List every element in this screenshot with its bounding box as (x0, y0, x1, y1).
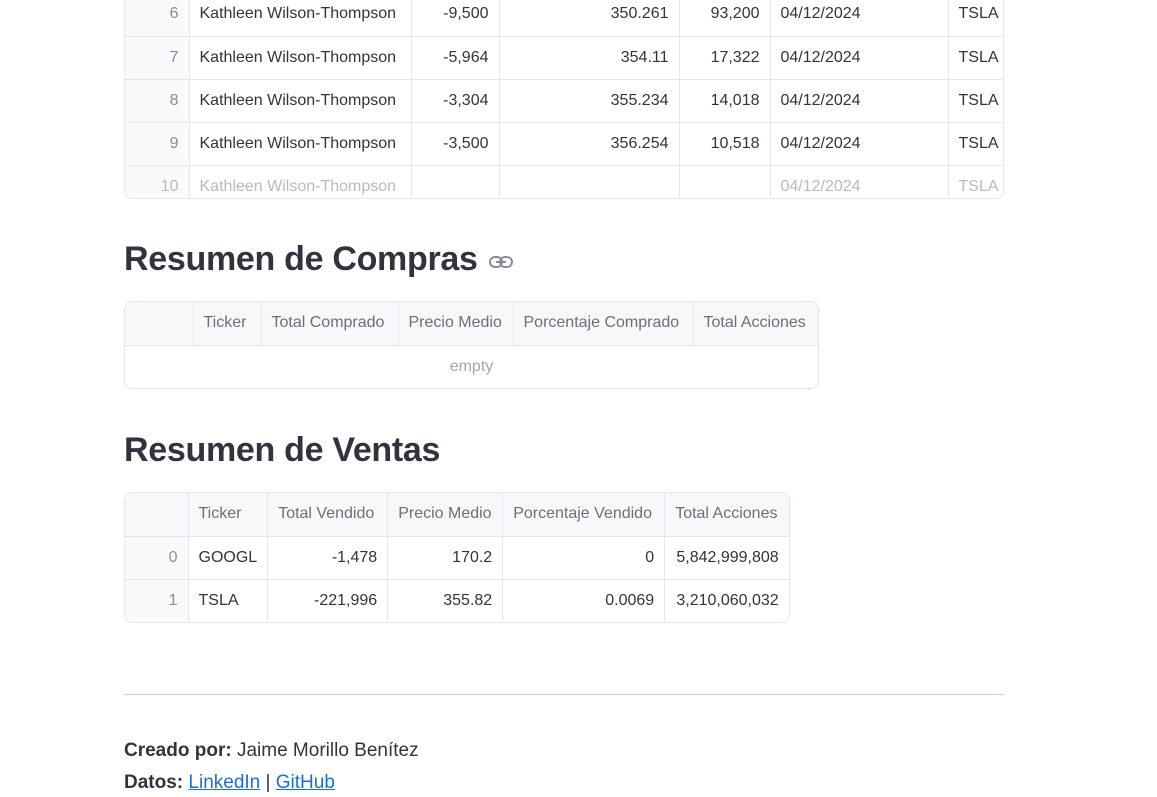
shares-cell: -3,304 (411, 79, 500, 123)
remaining-cell (679, 165, 771, 198)
row-index: 7 (125, 36, 190, 80)
column-header-index[interactable] (125, 302, 194, 346)
link-separator: | (265, 772, 271, 793)
linkedin-link[interactable]: LinkedIn (188, 772, 260, 793)
transactions-table[interactable]: 6 Kathleen Wilson-Thompson -9,500 350.26… (124, 0, 1004, 199)
row-index: 0 (125, 536, 189, 580)
transactions-grid: 6 Kathleen Wilson-Thompson -9,500 350.26… (125, 0, 1003, 198)
header-row: Ticker Total Vendido Precio Medio Porcen… (125, 493, 789, 537)
porcentaje-vendido-cell: 0 (502, 536, 666, 580)
row-index: 10 (125, 165, 190, 198)
shares-cell: -3,500 (411, 122, 500, 166)
total-acciones-cell: 5,842,999,808 (664, 536, 789, 580)
table-row[interactable]: 7 Kathleen Wilson-Thompson -5,964 354.11… (125, 36, 1003, 80)
ticker-cell: TSLA (188, 579, 269, 622)
column-header-ticker[interactable]: Ticker (193, 302, 262, 346)
porcentaje-vendido-cell: 0.0069 (502, 579, 666, 622)
ventas-table[interactable]: Ticker Total Vendido Precio Medio Porcen… (124, 492, 790, 623)
date-cell: 04/12/2024 (770, 165, 949, 198)
empty-message: empty (125, 345, 818, 388)
column-header-ticker[interactable]: Ticker (188, 493, 269, 537)
row-index: 1 (125, 579, 189, 622)
date-cell: 04/12/2024 (770, 0, 949, 37)
remaining-cell: 14,018 (679, 79, 771, 123)
remaining-cell: 10,518 (679, 122, 771, 166)
insider-name-cell: Kathleen Wilson-Thompson (189, 36, 412, 80)
shares-cell: -9,500 (411, 0, 500, 37)
compras-title: Resumen de Compras (124, 240, 478, 278)
insider-name-cell: Kathleen Wilson-Thompson (189, 0, 412, 37)
data-sources-label: Datos: (124, 772, 184, 793)
remaining-cell: 17,322 (679, 36, 771, 80)
empty-row: empty (125, 345, 818, 388)
created-by-label: Creado por: (124, 740, 232, 761)
link-icon[interactable] (488, 240, 514, 279)
remaining-cell: 93,200 (679, 0, 771, 37)
github-link[interactable]: GitHub (276, 772, 335, 793)
total-acciones-cell: 3,210,060,032 (676, 591, 779, 609)
row-index: 9 (125, 122, 190, 166)
ticker-cell: GOOGL (188, 536, 269, 580)
page: 6 Kathleen Wilson-Thompson -9,500 350.26… (0, 0, 1157, 797)
insider-name-cell: Kathleen Wilson-Thompson (189, 79, 412, 123)
table-row[interactable]: 0 GOOGL -1,478 170.2 0 5,842,999,808 (125, 536, 789, 580)
ticker-cell: TSLA (948, 36, 1003, 80)
column-header-total-acciones[interactable]: Total Acciones (693, 302, 818, 346)
price-cell: 355.234 (499, 79, 680, 123)
price-cell: 356.254 (499, 122, 680, 166)
row-index: 6 (125, 0, 190, 37)
price-cell: 350.261 (499, 0, 680, 37)
insider-name-cell: Kathleen Wilson-Thompson (189, 122, 412, 166)
date-cell: 04/12/2024 (770, 122, 949, 166)
total-vendido-cell: -1,478 (267, 536, 389, 580)
table-row[interactable]: 1 TSLA -221,996 355.82 0.0069 3,210,060,… (125, 579, 789, 622)
total-vendido-cell: -221,996 (267, 579, 389, 622)
compras-grid: Ticker Total Comprado Precio Medio Porce… (125, 302, 818, 388)
created-by-value: Jaime Morillo Benítez (236, 740, 419, 761)
ticker-cell: TSLA (948, 122, 1003, 166)
date-cell: 04/12/2024 (770, 79, 949, 123)
row-index: 8 (125, 79, 190, 123)
ventas-heading: Resumen de Ventas (124, 431, 441, 469)
table-row[interactable]: 8 Kathleen Wilson-Thompson -3,304 355.23… (125, 79, 1003, 123)
data-sources-line: Datos: LinkedIn | GitHub (124, 772, 335, 794)
date-cell: 04/12/2024 (770, 36, 949, 80)
column-header-precio-medio[interactable]: Precio Medio (398, 302, 514, 346)
footer-divider (124, 694, 1004, 695)
column-header-total-comprado[interactable]: Total Comprado (261, 302, 399, 346)
ticker-cell: TSLA (948, 79, 1003, 123)
created-by-line: Creado por: Jaime Morillo Benítez (124, 740, 419, 762)
column-header-precio-medio[interactable]: Precio Medio (387, 493, 504, 537)
column-header-porcentaje-vendido[interactable]: Porcentaje Vendido (502, 493, 666, 537)
price-cell: 354.11 (499, 36, 680, 80)
compras-heading: Resumen de Compras (124, 240, 514, 279)
precio-medio-cell: 355.82 (387, 579, 504, 622)
compras-table[interactable]: Ticker Total Comprado Precio Medio Porce… (124, 301, 819, 389)
ticker-cell: TSLA (948, 0, 1003, 37)
column-header-index[interactable] (125, 493, 189, 537)
precio-medio-cell: 170.2 (387, 536, 504, 580)
header-row: Ticker Total Comprado Precio Medio Porce… (125, 302, 818, 346)
shares-cell (411, 165, 500, 198)
column-header-total-vendido[interactable]: Total Vendido (267, 493, 389, 537)
table-row[interactable]: 9 Kathleen Wilson-Thompson -3,500 356.25… (125, 122, 1003, 166)
insider-name-cell: Kathleen Wilson-Thompson (189, 165, 412, 198)
column-header-total-acciones[interactable]: Total Acciones (664, 493, 789, 537)
ticker-cell: TSLA (948, 165, 1003, 198)
table-row[interactable]: 6 Kathleen Wilson-Thompson -9,500 350.26… (125, 0, 1003, 37)
column-header-porcentaje-comprado[interactable]: Porcentaje Comprado (513, 302, 694, 346)
table-row[interactable]: 10 Kathleen Wilson-Thompson 04/12/2024 T… (125, 165, 1003, 198)
shares-cell: -5,964 (411, 36, 500, 80)
price-cell (499, 165, 680, 198)
ventas-grid: Ticker Total Vendido Precio Medio Porcen… (125, 493, 789, 622)
